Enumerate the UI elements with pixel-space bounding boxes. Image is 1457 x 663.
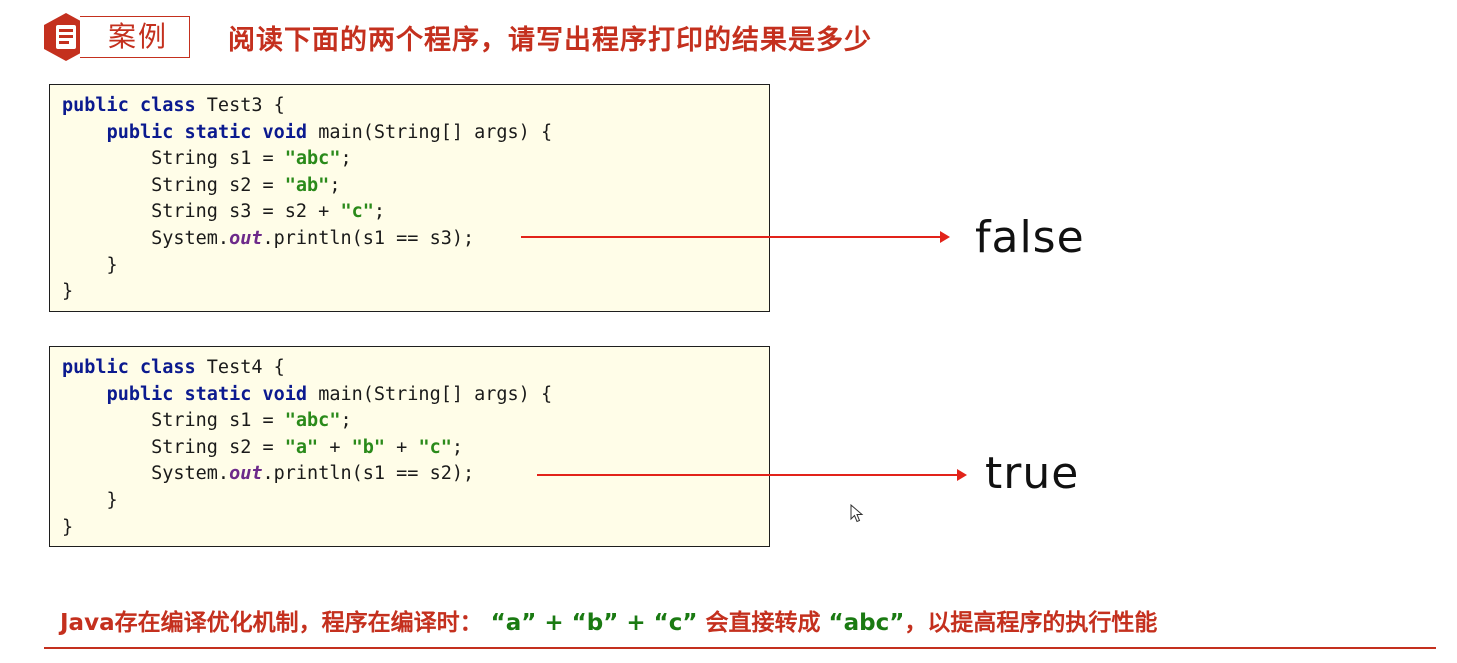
code-line: public static void main(String[] args) {: [106, 121, 553, 143]
code-line: }: [62, 281, 74, 303]
result-test3: false: [975, 212, 1085, 263]
code-block-test4: public class Test4 { public static void …: [49, 346, 770, 547]
code-line: String s3 = s2 + "c";: [62, 201, 386, 223]
code-line: String s1 = "abc";: [62, 148, 352, 170]
code-block-test3: public class Test3 { public static void …: [49, 84, 770, 312]
explanation-note: Java存在编译优化机制，程序在编译时： “a” + “b” + “c” 会直接…: [60, 603, 1157, 637]
code-line: public class Test3 {: [62, 95, 285, 116]
note-suffix: ，以提高程序的执行性能: [904, 610, 1158, 636]
code-line: }: [62, 516, 74, 538]
code-line: public static void main(String[] args) {: [106, 383, 553, 405]
code-line: String s2 = "ab";: [62, 174, 341, 196]
code-class-name: Test3: [206, 95, 263, 116]
arrow-test3: [521, 231, 950, 243]
code-line: System.out.println(s1 == s3);: [62, 227, 475, 249]
note-middle: 会直接转成: [705, 610, 821, 636]
result-test4: true: [985, 448, 1080, 499]
code-line: public class Test4 {: [62, 357, 285, 378]
note-expression: “a” + “b” + “c”: [490, 610, 698, 636]
code-class-name: Test4: [206, 357, 263, 378]
note-result: “abc”: [828, 610, 905, 636]
case-badge: 案例: [42, 12, 192, 62]
mouse-pointer-icon: [850, 504, 864, 523]
note-prefix: Java存在编译优化机制，程序在编译时：: [60, 610, 483, 636]
arrow-test4: [537, 469, 967, 481]
code-line: }: [62, 489, 118, 511]
code-line: String s2 = "a" + "b" + "c";: [62, 436, 464, 458]
badge-label: 案例: [107, 20, 168, 53]
page-title: 阅读下面的两个程序，请写出程序打印的结果是多少: [228, 25, 872, 56]
code-line: }: [62, 254, 118, 276]
note-underline: [44, 647, 1436, 649]
code-line: String s1 = "abc";: [62, 410, 352, 432]
